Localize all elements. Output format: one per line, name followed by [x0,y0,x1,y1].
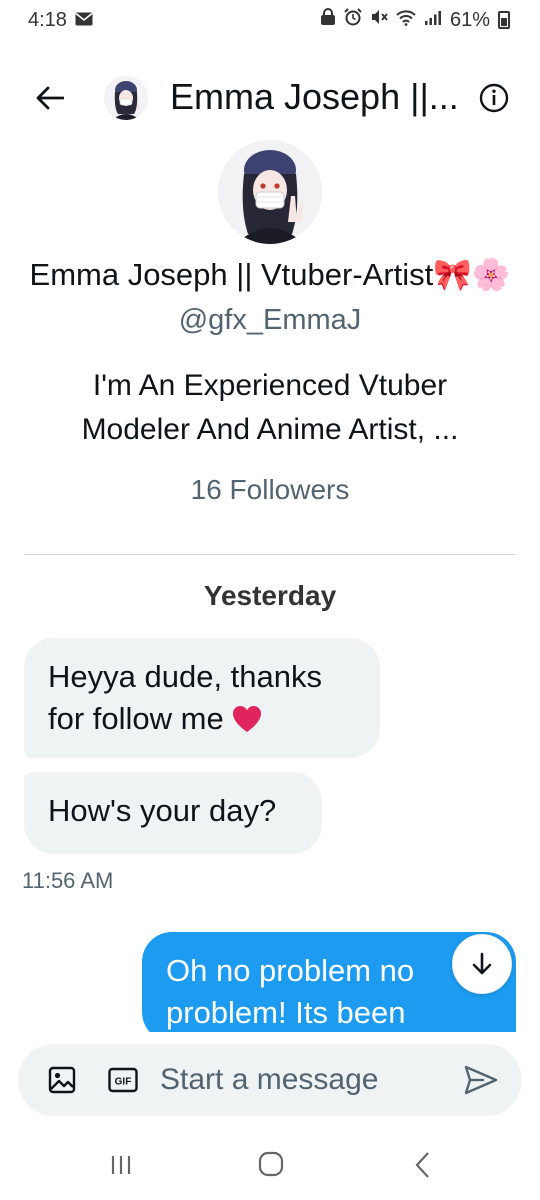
image-icon [48,1066,76,1094]
message-input[interactable] [160,1058,450,1102]
message-bubble-incoming[interactable]: How's your day? [24,772,322,854]
followers-count[interactable]: 16 Followers [0,474,540,506]
home-button[interactable] [257,1150,285,1178]
add-image-button[interactable] [48,1066,76,1094]
recent-apps-icon [111,1156,131,1174]
red-heart-icon [233,706,262,732]
alarm-icon [344,8,362,32]
message-text: How's your day? [48,793,277,828]
message-composer: GIF [18,1044,522,1116]
back-button[interactable] [32,80,68,116]
profile-name: Emma Joseph || Vtuber-Artist🎀🌸 [29,257,511,292]
home-icon [258,1151,284,1177]
wifi-icon [396,9,416,32]
send-button[interactable] [464,1064,498,1096]
message-timestamp: 11:56 AM [22,868,114,893]
header-title[interactable]: Emma Joseph ||... [170,76,459,118]
battery-icon [498,11,510,29]
arrow-down-icon [472,952,492,975]
avatar-image [104,76,148,120]
recent-apps-button[interactable] [108,1152,134,1178]
status-time: 4:18 [28,8,67,31]
message-bubble-incoming[interactable]: Heyya dude, thanks for follow me [24,638,380,758]
info-icon [479,83,509,113]
system-back-button[interactable] [412,1150,434,1180]
profile-handle[interactable]: @gfx_EmmaJ [0,304,540,337]
send-icon [464,1065,498,1095]
conversation-header: Emma Joseph ||... [0,68,540,128]
scroll-to-bottom-button[interactable] [452,934,512,994]
profile-avatar-image [218,140,322,244]
status-left: 4:18 [28,9,93,32]
gif-label: GIF [115,1077,132,1088]
mute-icon [370,8,388,32]
battery-percent: 61% [449,8,490,31]
system-nav-bar [0,1132,540,1200]
profile-bio: I'm An Experienced Vtuber Modeler And An… [81,369,459,446]
gif-icon: GIF [108,1067,138,1093]
message-text: Oh no problem no problem! Its been [166,953,415,1030]
status-bar: 4:18 61% [0,0,540,40]
signal-icon [424,9,442,32]
profile-avatar[interactable] [218,140,322,244]
date-separator: Yesterday [203,580,337,611]
divider [24,554,516,555]
chevron-left-icon [415,1152,429,1178]
status-right: 61% [320,8,510,32]
mail-icon [75,9,93,32]
add-gif-button[interactable]: GIF [108,1066,138,1094]
message-text: Heyya dude, thanks for follow me [48,659,323,736]
back-arrow-icon [36,86,64,110]
header-avatar[interactable] [104,76,148,120]
info-button[interactable] [478,82,510,114]
lock-icon [320,8,336,32]
